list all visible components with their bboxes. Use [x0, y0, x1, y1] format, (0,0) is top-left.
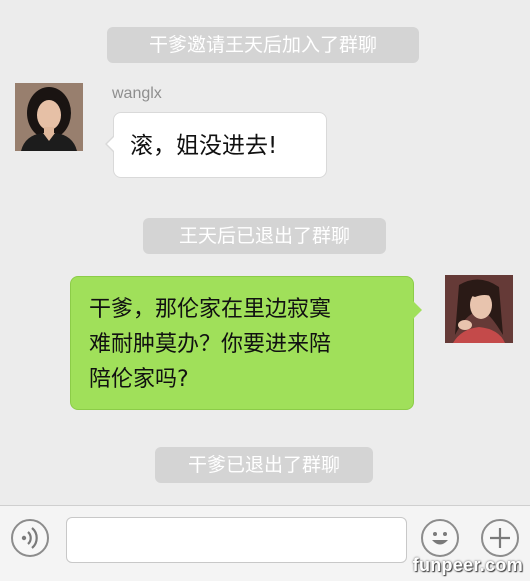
incoming-message-text: 滚，姐没进去! [130, 133, 278, 159]
outgoing-message-line: 陪伦家吗? [89, 367, 189, 392]
outgoing-message-line: 难耐肿莫办？你要进来陪 [89, 332, 332, 357]
system-message-invite: 干爹邀请王天后加入了群聊 [107, 27, 419, 63]
outgoing-message-line: 干爹，那伦家在里边寂寞 [89, 297, 332, 322]
sender-avatar[interactable] [15, 83, 83, 151]
message-input[interactable] [66, 517, 407, 563]
avatar-photo-woman [15, 83, 83, 151]
emoji-icon [432, 532, 448, 545]
avatar-photo-woman [445, 275, 513, 343]
voice-icon [21, 527, 38, 549]
plus-icon [490, 528, 510, 548]
my-avatar[interactable] [445, 275, 513, 343]
more-button[interactable] [481, 519, 519, 557]
voice-button[interactable] [11, 519, 49, 557]
emoji-button[interactable] [421, 519, 459, 557]
outgoing-message-bubble[interactable]: 干爹，那伦家在里边寂寞 难耐肿莫办？你要进来陪 陪伦家吗? [70, 276, 422, 410]
watermark: funpeer.com [412, 555, 523, 575]
system-message-exit-1: 王天后已退出了群聊 [143, 218, 386, 254]
sender-name: wanglx [112, 85, 162, 102]
incoming-message-bubble[interactable]: 滚，姐没进去! [105, 112, 327, 178]
system-message-exit-2: 干爹已退出了群聊 [155, 447, 373, 483]
